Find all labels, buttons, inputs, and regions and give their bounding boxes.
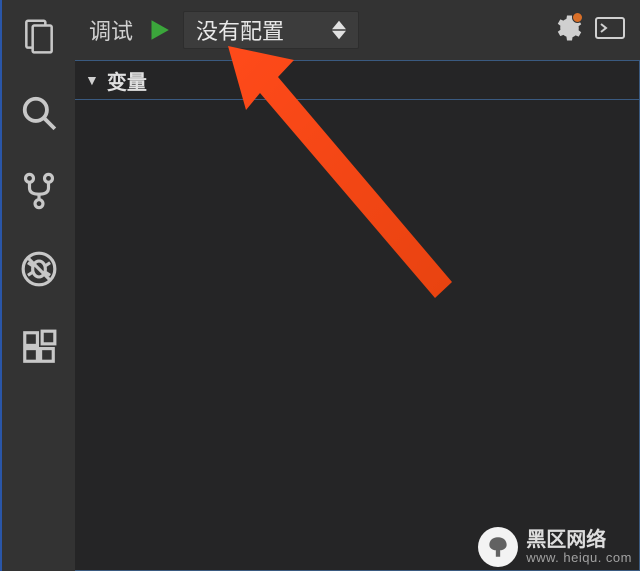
variables-panel (75, 100, 640, 571)
debug-console-button[interactable] (594, 16, 626, 45)
config-selected-label: 没有配置 (196, 14, 284, 46)
activity-bar (0, 0, 75, 571)
toolbar-title: 调试 (89, 14, 133, 46)
start-debug-button[interactable] (145, 17, 171, 43)
settings-button[interactable] (552, 13, 582, 48)
search-icon[interactable] (16, 90, 62, 136)
variables-section-header[interactable]: ▼ 变量 (75, 60, 640, 100)
extensions-icon[interactable] (16, 324, 62, 370)
collapse-icon: ▼ (85, 72, 99, 88)
explorer-icon[interactable] (16, 12, 62, 58)
debug-toolbar: 调试 没有配置 (75, 0, 640, 60)
source-control-icon[interactable] (16, 168, 62, 214)
notification-dot (572, 12, 583, 23)
debug-panel: 调试 没有配置 ▼ 变量 (75, 0, 640, 571)
debug-config-select[interactable]: 没有配置 (183, 11, 359, 49)
updown-icon (332, 20, 346, 40)
variables-title: 变量 (107, 66, 147, 95)
debug-icon[interactable] (16, 246, 62, 292)
